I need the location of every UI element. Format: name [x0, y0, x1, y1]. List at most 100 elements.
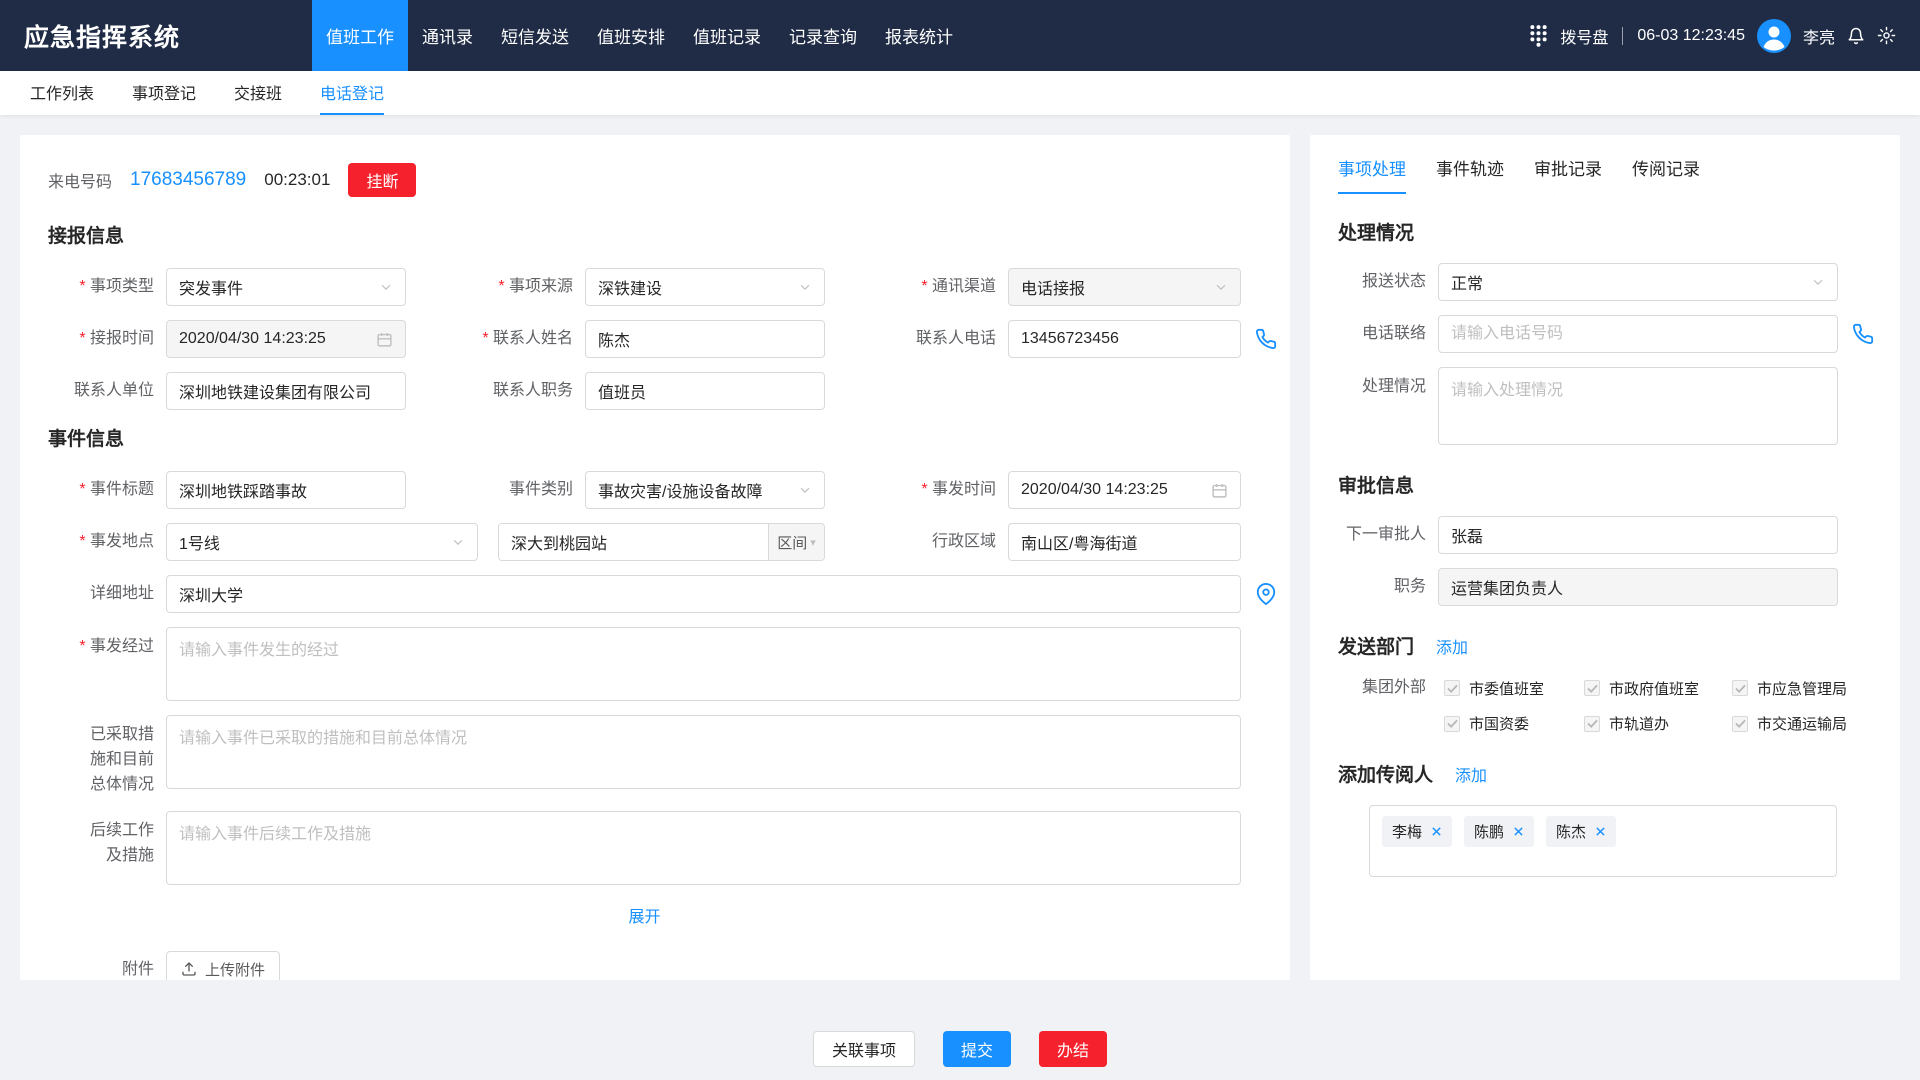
nav-item-duty-records[interactable]: 值班记录	[679, 0, 775, 71]
dept-checkbox: 市委值班室	[1438, 678, 1578, 699]
incoming-call-bar: 来电号码 17683456789 00:23:01 挂断	[48, 161, 1262, 199]
dept-label: 市国资委	[1469, 713, 1529, 734]
district-input[interactable]	[1008, 523, 1241, 561]
section-type-dropdown[interactable]: 区间 ▾	[768, 524, 824, 560]
top-bar: 应急指挥系统 值班工作 通讯录 短信发送 值班安排 值班记录 记录查询 报表统计…	[0, 0, 1920, 71]
attachment-label: 附件	[48, 951, 166, 980]
reader-name: 陈鹏	[1474, 821, 1504, 842]
relate-item-button[interactable]: 关联事项	[813, 1031, 915, 1067]
contact-phone-label: 联系人电话	[825, 320, 1008, 358]
form-row: 附件 上传附件	[48, 951, 1262, 980]
tab-event-track[interactable]: 事件轨迹	[1436, 155, 1504, 194]
dialpad-icon[interactable]	[1529, 24, 1548, 47]
section-input[interactable]	[499, 524, 768, 560]
item-type-label: 事项类型	[48, 268, 166, 306]
form-row: 职务 运营集团负责人	[1338, 568, 1872, 606]
department-checkbox-row: 市国资委 市轨道办 市交通运输局	[1338, 713, 1872, 734]
contact-title-input[interactable]	[585, 372, 825, 410]
phone-icon[interactable]	[1852, 323, 1874, 345]
main-nav: 值班工作 通讯录 短信发送 值班安排 值班记录 记录查询 报表统计	[312, 0, 967, 71]
phone-icon[interactable]	[1255, 328, 1277, 350]
submit-button[interactable]: 提交	[943, 1031, 1011, 1067]
line-select[interactable]: 1号线	[166, 523, 478, 561]
report-status-value: 正常	[1451, 270, 1483, 294]
chevron-down-icon	[1214, 280, 1228, 294]
avatar[interactable]	[1757, 19, 1791, 53]
tab-approval-records[interactable]: 审批记录	[1534, 155, 1602, 194]
section-handle-status: 处理情况	[1338, 218, 1872, 245]
contact-name-input[interactable]	[585, 320, 825, 358]
tab-shift-handover[interactable]: 交接班	[234, 71, 282, 115]
address-label: 详细地址	[48, 575, 166, 613]
dept-checkbox: 市国资委	[1438, 713, 1578, 734]
next-approver-label: 下一审批人	[1338, 516, 1438, 554]
section-type-value: 区间	[777, 532, 807, 553]
event-type-select[interactable]: 事故灾害/设施设备故障	[585, 471, 825, 509]
event-title-input[interactable]	[166, 471, 406, 509]
report-status-select[interactable]: 正常	[1438, 263, 1838, 301]
section-event-info: 事件信息	[48, 424, 1262, 451]
phone-contact-wrap	[1438, 315, 1838, 353]
finish-button[interactable]: 办结	[1039, 1031, 1107, 1067]
tab-phone-register[interactable]: 电话登记	[320, 71, 384, 115]
form-row: 电话联络	[1338, 315, 1872, 353]
remove-tag-icon[interactable]	[1513, 826, 1524, 837]
tab-item-handling[interactable]: 事项处理	[1338, 155, 1406, 194]
address-wrap	[166, 575, 1241, 613]
add-reader-link[interactable]: 添加	[1455, 762, 1487, 786]
chevron-down-icon	[451, 535, 465, 549]
username[interactable]: 李亮	[1803, 24, 1835, 48]
line-value: 1号线	[179, 530, 220, 554]
dept-checkbox: 市政府值班室	[1578, 678, 1726, 699]
chevron-down-icon	[1811, 275, 1825, 289]
nav-item-sms-send[interactable]: 短信发送	[487, 0, 583, 71]
nav-item-report-stats[interactable]: 报表统计	[871, 0, 967, 71]
bell-icon[interactable]	[1847, 27, 1865, 45]
dialpad-label[interactable]: 拨号盘	[1560, 24, 1608, 48]
nav-item-contacts[interactable]: 通讯录	[408, 0, 487, 71]
tab-work-list[interactable]: 工作列表	[30, 71, 94, 115]
address-input[interactable]	[166, 575, 1241, 613]
process-textarea[interactable]	[166, 627, 1241, 701]
nav-item-record-query[interactable]: 记录查询	[775, 0, 871, 71]
event-place-group: 1号线 区间 ▾	[166, 523, 825, 561]
checkbox-checked-icon	[1584, 680, 1600, 696]
location-pin-icon[interactable]	[1255, 583, 1277, 605]
phone-contact-input[interactable]	[1438, 315, 1838, 353]
item-source-value: 深铁建设	[598, 275, 662, 299]
item-type-select[interactable]: 突发事件	[166, 268, 406, 306]
upload-attachment-button[interactable]: 上传附件	[166, 951, 280, 980]
form-row: 事发经过	[48, 627, 1262, 701]
remove-tag-icon[interactable]	[1431, 826, 1442, 837]
event-time-value: 2020/04/30 14:23:25	[1021, 481, 1168, 499]
event-time-field[interactable]: 2020/04/30 14:23:25	[1008, 471, 1241, 509]
followup-textarea[interactable]	[166, 811, 1241, 885]
main-content: 来电号码 17683456789 00:23:01 挂断 接报信息 事项类型 突…	[0, 115, 1920, 1000]
hangup-button[interactable]: 挂断	[348, 163, 416, 197]
event-type-label: 事件类别	[406, 471, 585, 509]
upload-attachment-label: 上传附件	[205, 959, 265, 980]
item-source-select[interactable]: 深铁建设	[585, 268, 825, 306]
sub-tab-bar: 工作列表 事项登记 交接班 电话登记	[0, 71, 1920, 115]
tab-item-register[interactable]: 事项登记	[132, 71, 196, 115]
contact-phone-input[interactable]	[1008, 320, 1241, 358]
dept-label: 市委值班室	[1469, 678, 1544, 699]
expand-link[interactable]: 展开	[628, 909, 660, 926]
measures-textarea[interactable]	[166, 715, 1241, 789]
remove-tag-icon[interactable]	[1595, 826, 1606, 837]
send-departments-title: 发送部门	[1338, 632, 1414, 659]
department-checkbox-row: 集团外部 市委值班室 市政府值班室 市应急管理局	[1338, 677, 1872, 699]
call-duration: 00:23:01	[264, 170, 330, 190]
nav-item-duty-schedule[interactable]: 值班安排	[583, 0, 679, 71]
calendar-icon	[376, 331, 393, 348]
tab-circulation-records[interactable]: 传阅记录	[1632, 155, 1700, 194]
event-place-label: 事发地点	[48, 523, 166, 561]
position-value: 运营集团负责人	[1451, 575, 1563, 599]
gear-icon[interactable]	[1877, 26, 1896, 45]
handle-detail-textarea[interactable]	[1438, 367, 1838, 445]
nav-item-duty-work[interactable]: 值班工作	[312, 0, 408, 71]
next-approver-input[interactable]	[1438, 516, 1838, 554]
contact-org-input[interactable]	[166, 372, 406, 410]
add-department-link[interactable]: 添加	[1436, 634, 1468, 658]
caller-number[interactable]: 17683456789	[130, 169, 246, 191]
